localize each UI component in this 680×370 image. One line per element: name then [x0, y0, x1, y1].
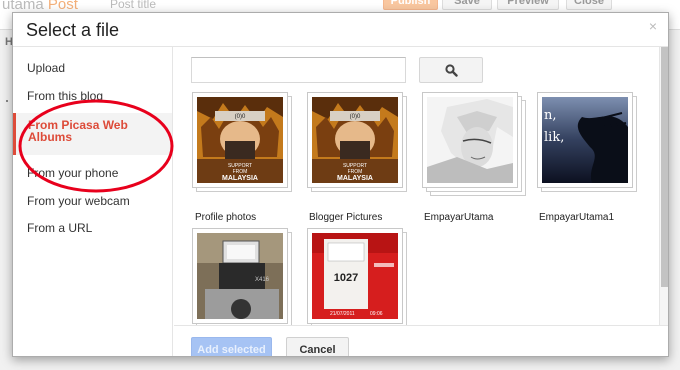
dialog-title: Select a file: [26, 20, 120, 40]
save-button[interactable]: Save: [442, 0, 492, 10]
album-content-area: (0)0 SUPPORT FROM MALAYSIA Profile photo…: [174, 47, 668, 328]
album-thumbnail: X416: [197, 233, 283, 319]
album-thumbnail: 1027 21/07/2011 09:06: [312, 233, 398, 319]
sidebar-item-from-this-blog[interactable]: From this blog: [27, 89, 103, 103]
sidebar-item-from-your-webcam[interactable]: From your webcam: [27, 194, 130, 208]
close-icon[interactable]: ×: [647, 19, 659, 33]
search-icon: [445, 64, 458, 77]
album-frame: X416: [192, 228, 288, 324]
svg-text:(0)0: (0)0: [235, 114, 246, 120]
cancel-button[interactable]: Cancel: [286, 337, 349, 356]
scrollbar-thumb[interactable]: [661, 47, 668, 287]
publish-button[interactable]: Publish: [383, 0, 438, 10]
album-profile-photos[interactable]: (0)0 SUPPORT FROM MALAYSIA: [192, 92, 292, 192]
album-thumbnail: n, lik,: [542, 97, 628, 183]
album-frame: n, lik,: [537, 92, 633, 188]
ninja-avatar-image: (0)0 SUPPORT FROM MALAYSIA: [197, 97, 283, 183]
add-selected-button[interactable]: Add selected: [191, 337, 272, 356]
album-frame: (0)0 SUPPORT FROM MALAYSIA: [192, 92, 288, 188]
album-label: EmpayarUtama1: [539, 212, 615, 223]
search-input[interactable]: [191, 57, 406, 83]
album-thumbnail: (0)0 SUPPORT FROM MALAYSIA: [312, 97, 398, 183]
svg-text:21/07/2011: 21/07/2011: [330, 311, 355, 317]
album-ticket[interactable]: 1027 21/07/2011 09:06: [307, 228, 407, 328]
ticket-image: 1027 21/07/2011 09:06: [312, 233, 398, 319]
album-empayarutama1[interactable]: n, lik,: [537, 92, 637, 192]
dialog-footer: Add selected Cancel: [174, 325, 668, 356]
svg-text:(0)0: (0)0: [350, 114, 361, 120]
search-button[interactable]: [419, 57, 483, 83]
svg-text:MALAYSIA: MALAYSIA: [337, 175, 373, 182]
album-frame: [422, 92, 518, 188]
select-file-dialog: Select a file × Upload From this blog Fr…: [12, 12, 669, 357]
sidebar-item-from-your-phone[interactable]: From your phone: [27, 166, 118, 180]
sidebar-item-from-a-url[interactable]: From a URL: [27, 221, 92, 235]
album-blogger-pictures[interactable]: (0)0 SUPPORT FROM MALAYSIA: [307, 92, 407, 192]
background-dot: [6, 100, 8, 102]
album-camera[interactable]: X416: [192, 228, 292, 328]
svg-text:1027: 1027: [334, 272, 358, 284]
sidebar-item-upload[interactable]: Upload: [27, 61, 65, 75]
preview-button[interactable]: Preview: [497, 0, 559, 10]
album-frame: 1027 21/07/2011 09:06: [307, 228, 403, 324]
night-sky-image: n, lik,: [542, 97, 628, 183]
camera-flash-image: X416: [197, 233, 283, 319]
ninja-avatar-image: (0)0 SUPPORT FROM MALAYSIA: [312, 97, 398, 183]
svg-text:09:06: 09:06: [370, 311, 383, 317]
album-thumbnail: (0)0 SUPPORT FROM MALAYSIA: [197, 97, 283, 183]
svg-text:X416: X416: [255, 277, 270, 283]
post-title-field[interactable]: Post title: [110, 0, 156, 11]
album-label: EmpayarUtama: [424, 212, 494, 223]
content-scrollbar[interactable]: [659, 47, 668, 325]
close-button[interactable]: Close: [566, 0, 612, 10]
album-label: Profile photos: [195, 212, 257, 223]
svg-text:n,: n,: [544, 108, 557, 123]
sidebar-item-picasa-web-albums[interactable]: From Picasa Web Albums: [13, 113, 172, 155]
album-empayarutama[interactable]: [422, 92, 526, 196]
album-frame: (0)0 SUPPORT FROM MALAYSIA: [307, 92, 403, 188]
album-thumbnail: [427, 97, 513, 183]
album-label: Blogger Pictures: [309, 212, 383, 223]
anime-character-image: [427, 97, 513, 183]
svg-text:MALAYSIA: MALAYSIA: [222, 175, 258, 182]
svg-text:lik,: lik,: [544, 130, 564, 145]
source-sidebar: Upload From this blog From Picasa Web Al…: [13, 47, 173, 356]
